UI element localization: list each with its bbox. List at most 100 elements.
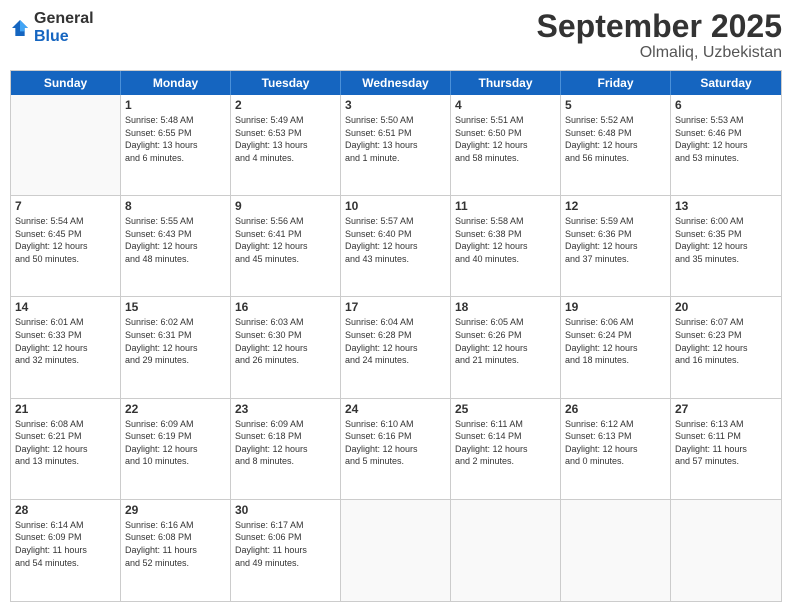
- week-row-4: 21 Sunrise: 6:08 AM Sunset: 6:21 PM Dayli…: [11, 399, 781, 500]
- day-number: 13: [675, 199, 777, 213]
- cal-cell: 10Sunrise: 5:57 AM Sunset: 6:40 PM Dayli…: [341, 196, 451, 296]
- header-day-tuesday: Tuesday: [231, 71, 341, 95]
- cal-cell: 30 Sunrise: 6:17 AM Sunset: 6:06 PM Dayli…: [231, 500, 341, 601]
- cal-cell: 23 Sunrise: 6:09 AM Sunset: 6:18 PM Dayli…: [231, 399, 341, 499]
- day-info: Sunrise: 6:13 AM Sunset: 6:11 PM Dayligh…: [675, 418, 777, 468]
- day-number: 26: [565, 402, 666, 416]
- day-number: 6: [675, 98, 777, 112]
- day-info: Sunrise: 6:16 AM Sunset: 6:08 PM Dayligh…: [125, 519, 226, 569]
- day-number: 3: [345, 98, 446, 112]
- day-number: 5: [565, 98, 666, 112]
- day-number: 7: [15, 199, 116, 213]
- week-row-1: 1 Sunrise: 5:48 AM Sunset: 6:55 PM Daylig…: [11, 95, 781, 196]
- cal-cell: 26 Sunrise: 6:12 AM Sunset: 6:13 PM Dayli…: [561, 399, 671, 499]
- cal-cell: 28Sunrise: 6:14 AM Sunset: 6:09 PM Dayli…: [11, 500, 121, 601]
- day-number: 2: [235, 98, 336, 112]
- day-info: Sunrise: 5:56 AM Sunset: 6:41 PM Dayligh…: [235, 215, 336, 265]
- day-number: 22: [125, 402, 226, 416]
- day-number: 24: [345, 402, 446, 416]
- location: Olmaliq, Uzbekistan: [537, 44, 782, 62]
- logo: General Blue: [10, 10, 94, 45]
- cal-cell: 29Sunrise: 6:16 AM Sunset: 6:08 PM Dayli…: [121, 500, 231, 601]
- cal-cell: 16Sunrise: 6:03 AM Sunset: 6:30 PM Dayli…: [231, 297, 341, 397]
- day-info: Sunrise: 5:55 AM Sunset: 6:43 PM Dayligh…: [125, 215, 226, 265]
- header-day-sunday: Sunday: [11, 71, 121, 95]
- header-day-monday: Monday: [121, 71, 231, 95]
- cal-cell: 19Sunrise: 6:06 AM Sunset: 6:24 PM Dayli…: [561, 297, 671, 397]
- cal-cell: 27 Sunrise: 6:13 AM Sunset: 6:11 PM Dayli…: [671, 399, 781, 499]
- day-info: Sunrise: 6:05 AM Sunset: 6:26 PM Dayligh…: [455, 316, 556, 366]
- cal-cell: 8 Sunrise: 5:55 AM Sunset: 6:43 PM Daylig…: [121, 196, 231, 296]
- day-info: Sunrise: 6:00 AM Sunset: 6:35 PM Dayligh…: [675, 215, 777, 265]
- day-info: Sunrise: 6:09 AM Sunset: 6:18 PM Dayligh…: [235, 418, 336, 468]
- header: General Blue September 2025 Olmaliq, Uzb…: [10, 10, 782, 62]
- cal-cell: 5Sunrise: 5:52 AM Sunset: 6:48 PM Daylig…: [561, 95, 671, 195]
- day-info: Sunrise: 5:51 AM Sunset: 6:50 PM Dayligh…: [455, 114, 556, 164]
- cal-cell: 3 Sunrise: 5:50 AM Sunset: 6:51 PM Daylig…: [341, 95, 451, 195]
- day-number: 1: [125, 98, 226, 112]
- day-info: Sunrise: 6:14 AM Sunset: 6:09 PM Dayligh…: [15, 519, 116, 569]
- calendar-header: SundayMondayTuesdayWednesdayThursdayFrid…: [11, 71, 781, 95]
- day-info: Sunrise: 5:49 AM Sunset: 6:53 PM Dayligh…: [235, 114, 336, 164]
- day-info: Sunrise: 5:54 AM Sunset: 6:45 PM Dayligh…: [15, 215, 116, 265]
- week-row-2: 7 Sunrise: 5:54 AM Sunset: 6:45 PM Daylig…: [11, 196, 781, 297]
- day-info: Sunrise: 5:58 AM Sunset: 6:38 PM Dayligh…: [455, 215, 556, 265]
- day-info: Sunrise: 6:08 AM Sunset: 6:21 PM Dayligh…: [15, 418, 116, 468]
- cal-cell: 18 Sunrise: 6:05 AM Sunset: 6:26 PM Dayli…: [451, 297, 561, 397]
- cal-cell: [671, 500, 781, 601]
- day-number: 8: [125, 199, 226, 213]
- cal-cell: 2 Sunrise: 5:49 AM Sunset: 6:53 PM Daylig…: [231, 95, 341, 195]
- day-info: Sunrise: 6:02 AM Sunset: 6:31 PM Dayligh…: [125, 316, 226, 366]
- cal-cell: 11 Sunrise: 5:58 AM Sunset: 6:38 PM Dayli…: [451, 196, 561, 296]
- day-number: 19: [565, 300, 666, 314]
- day-info: Sunrise: 5:59 AM Sunset: 6:36 PM Dayligh…: [565, 215, 666, 265]
- day-number: 27: [675, 402, 777, 416]
- cal-cell: 14Sunrise: 6:01 AM Sunset: 6:33 PM Dayli…: [11, 297, 121, 397]
- cal-cell: 25 Sunrise: 6:11 AM Sunset: 6:14 PM Dayli…: [451, 399, 561, 499]
- day-info: Sunrise: 6:09 AM Sunset: 6:19 PM Dayligh…: [125, 418, 226, 468]
- day-info: Sunrise: 6:12 AM Sunset: 6:13 PM Dayligh…: [565, 418, 666, 468]
- logo-general: General: [34, 10, 94, 28]
- cal-cell: 9 Sunrise: 5:56 AM Sunset: 6:41 PM Daylig…: [231, 196, 341, 296]
- day-info: Sunrise: 6:03 AM Sunset: 6:30 PM Dayligh…: [235, 316, 336, 366]
- day-number: 21: [15, 402, 116, 416]
- day-number: 10: [345, 199, 446, 213]
- page: General Blue September 2025 Olmaliq, Uzb…: [0, 0, 792, 612]
- calendar: SundayMondayTuesdayWednesdayThursdayFrid…: [10, 70, 782, 602]
- cal-cell: 7 Sunrise: 5:54 AM Sunset: 6:45 PM Daylig…: [11, 196, 121, 296]
- day-info: Sunrise: 6:07 AM Sunset: 6:23 PM Dayligh…: [675, 316, 777, 366]
- cal-cell: 21 Sunrise: 6:08 AM Sunset: 6:21 PM Dayli…: [11, 399, 121, 499]
- day-info: Sunrise: 6:11 AM Sunset: 6:14 PM Dayligh…: [455, 418, 556, 468]
- day-number: 30: [235, 503, 336, 517]
- day-number: 14: [15, 300, 116, 314]
- logo-text: General Blue: [34, 10, 94, 45]
- cal-cell: 4Sunrise: 5:51 AM Sunset: 6:50 PM Daylig…: [451, 95, 561, 195]
- day-number: 23: [235, 402, 336, 416]
- logo-icon: [10, 18, 30, 38]
- day-info: Sunrise: 5:50 AM Sunset: 6:51 PM Dayligh…: [345, 114, 446, 164]
- cal-cell: 1 Sunrise: 5:48 AM Sunset: 6:55 PM Daylig…: [121, 95, 231, 195]
- day-number: 9: [235, 199, 336, 213]
- cal-cell: [451, 500, 561, 601]
- day-info: Sunrise: 6:17 AM Sunset: 6:06 PM Dayligh…: [235, 519, 336, 569]
- cal-cell: 20Sunrise: 6:07 AM Sunset: 6:23 PM Dayli…: [671, 297, 781, 397]
- week-row-5: 28Sunrise: 6:14 AM Sunset: 6:09 PM Dayli…: [11, 500, 781, 601]
- day-number: 25: [455, 402, 556, 416]
- day-number: 18: [455, 300, 556, 314]
- day-number: 11: [455, 199, 556, 213]
- day-info: Sunrise: 6:04 AM Sunset: 6:28 PM Dayligh…: [345, 316, 446, 366]
- cal-cell: 22 Sunrise: 6:09 AM Sunset: 6:19 PM Dayli…: [121, 399, 231, 499]
- cal-cell: 12 Sunrise: 5:59 AM Sunset: 6:36 PM Dayli…: [561, 196, 671, 296]
- header-day-thursday: Thursday: [451, 71, 561, 95]
- day-number: 15: [125, 300, 226, 314]
- day-number: 12: [565, 199, 666, 213]
- day-info: Sunrise: 5:48 AM Sunset: 6:55 PM Dayligh…: [125, 114, 226, 164]
- cal-cell: [11, 95, 121, 195]
- cal-cell: [341, 500, 451, 601]
- logo-blue: Blue: [34, 28, 94, 46]
- calendar-body: 1 Sunrise: 5:48 AM Sunset: 6:55 PM Daylig…: [11, 95, 781, 601]
- cal-cell: 15 Sunrise: 6:02 AM Sunset: 6:31 PM Dayli…: [121, 297, 231, 397]
- week-row-3: 14Sunrise: 6:01 AM Sunset: 6:33 PM Dayli…: [11, 297, 781, 398]
- cal-cell: 6Sunrise: 5:53 AM Sunset: 6:46 PM Daylig…: [671, 95, 781, 195]
- cal-cell: 17Sunrise: 6:04 AM Sunset: 6:28 PM Dayli…: [341, 297, 451, 397]
